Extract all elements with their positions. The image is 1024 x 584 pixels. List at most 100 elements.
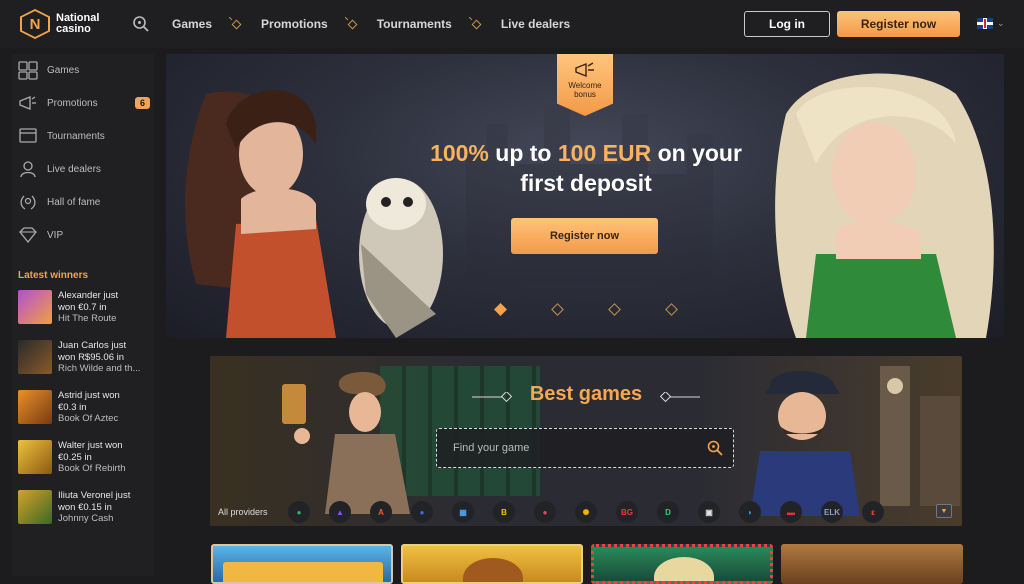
- provider-logo-icon[interactable]: ▦: [452, 501, 474, 523]
- provider-logo-icon[interactable]: ●: [534, 501, 556, 523]
- nav-live-dealers[interactable]: Live dealers: [501, 17, 570, 31]
- laurel-icon: [18, 192, 38, 212]
- provider-logo-icon[interactable]: BG: [616, 501, 638, 523]
- sidebar-item-label: Tournaments: [47, 130, 105, 142]
- game-tile[interactable]: [211, 544, 393, 584]
- game-thumbnail[interactable]: [18, 290, 52, 324]
- welcome-bonus-banner: Welcome bonus 100% up to 100 EUR on your…: [166, 54, 1004, 338]
- all-providers-link[interactable]: All providers: [218, 507, 288, 517]
- megaphone-icon: [575, 62, 594, 78]
- winner-game-link[interactable]: Hit The Route: [58, 313, 154, 325]
- game-thumbnail[interactable]: [18, 490, 52, 524]
- sidebar-item-label: VIP: [47, 229, 64, 241]
- game-thumbnail[interactable]: [18, 340, 52, 374]
- headline-amount: 100 EUR: [557, 140, 652, 166]
- login-button[interactable]: Log in: [744, 11, 830, 37]
- bonus-badge-text: Welcome bonus: [568, 81, 601, 99]
- provider-logo-icon[interactable]: A: [370, 501, 392, 523]
- game-tile[interactable]: [591, 544, 773, 584]
- sidebar-item-promotions[interactable]: Promotions 6: [12, 88, 154, 118]
- search-icon[interactable]: [697, 430, 733, 466]
- sidebar-item-vip[interactable]: VIP: [12, 220, 154, 250]
- carousel-dot[interactable]: [665, 302, 678, 316]
- provider-logo-icon[interactable]: ◗: [739, 501, 761, 523]
- winner-line1: Walter just won: [58, 440, 123, 451]
- provider-logo-icon[interactable]: ELK: [821, 501, 843, 523]
- nav-separator-icon: [347, 19, 358, 29]
- provider-logo-icon[interactable]: ▬: [780, 501, 802, 523]
- nav-promotions[interactable]: Promotions: [261, 17, 328, 31]
- winner-line1: Alexander just: [58, 290, 119, 301]
- game-tile[interactable]: [781, 544, 963, 584]
- uk-flag-icon: [977, 18, 993, 29]
- sidebar-item-tournaments[interactable]: Tournaments: [12, 121, 154, 151]
- sidebar-item-label: Promotions: [47, 97, 98, 109]
- nav-games[interactable]: Games: [172, 17, 212, 31]
- bonus-badge-line1: Welcome: [568, 81, 602, 90]
- winner-game-link[interactable]: Rich Wilde and th...: [58, 363, 154, 375]
- welcome-bonus-badge: Welcome bonus: [557, 54, 613, 116]
- hero-register-button[interactable]: Register now: [511, 218, 658, 254]
- provider-logo-icon[interactable]: ▣: [698, 501, 720, 523]
- winner-item[interactable]: Alexander just won €0.7 in Hit The Route: [18, 290, 154, 330]
- winner-text: Juan Carlos just won R$95.06 in Rich Wil…: [58, 340, 154, 375]
- game-art: [463, 558, 523, 582]
- carousel-dot[interactable]: [608, 302, 621, 316]
- carousel-pagination: [494, 302, 678, 316]
- chevron-down-icon[interactable]: ▼: [936, 504, 952, 518]
- logo-text: National casino: [56, 13, 99, 35]
- winner-item[interactable]: Iliuta Veronel just won €0.15 in Johnny …: [18, 490, 154, 530]
- logo-letter: N: [22, 11, 48, 37]
- winner-line1: Juan Carlos just: [58, 340, 127, 351]
- chevron-down-icon: ⌄: [997, 18, 1005, 28]
- bonus-badge-line2: bonus: [574, 90, 596, 99]
- winner-game-link[interactable]: Johnny Cash: [58, 513, 154, 525]
- provider-logo-icon[interactable]: D: [657, 501, 679, 523]
- headline-percent: 100%: [430, 140, 489, 166]
- headline-end: on your: [651, 140, 742, 166]
- logo[interactable]: N National casino: [20, 9, 99, 39]
- language-selector[interactable]: ⌄: [977, 18, 1005, 29]
- ornament-right-icon: [659, 392, 700, 402]
- game-search-input[interactable]: [437, 429, 697, 467]
- game-logo: [223, 562, 383, 582]
- winner-game-link[interactable]: Book Of Aztec: [58, 413, 154, 425]
- nav-separator-icon: [471, 19, 482, 29]
- blonde-woman-illustration: [775, 73, 994, 338]
- provider-logo-icon[interactable]: ●: [288, 501, 310, 523]
- provider-logo-icon[interactable]: B: [493, 501, 515, 523]
- game-thumbnail[interactable]: [18, 390, 52, 424]
- winner-item[interactable]: Walter just won €0.25 in Book Of Rebirth: [18, 440, 154, 480]
- winner-game-link[interactable]: Book Of Rebirth: [58, 463, 154, 475]
- register-button[interactable]: Register now: [837, 11, 960, 37]
- provider-logo-icon[interactable]: ✺: [575, 501, 597, 523]
- promotions-count-badge: 6: [134, 97, 150, 109]
- winner-line2: won €0.15 in: [58, 501, 112, 513]
- logo-badge: N: [20, 9, 50, 39]
- winner-item[interactable]: Astrid just won €0.3 in Book Of Aztec: [18, 390, 154, 430]
- headline-mid: up to: [488, 140, 558, 166]
- pagination-line: [496, 309, 676, 310]
- tournaments-icon: [18, 126, 38, 146]
- provider-logo-icon[interactable]: ●: [411, 501, 433, 523]
- game-thumbnail[interactable]: [18, 440, 52, 474]
- best-games-title: Best games: [529, 383, 643, 405]
- provider-logo-icon[interactable]: ▲: [329, 501, 351, 523]
- search-icon[interactable]: [132, 15, 150, 33]
- winner-line1: Astrid just won: [58, 390, 120, 401]
- nav-separator-icon: [231, 19, 242, 29]
- carousel-dot[interactable]: [494, 302, 507, 316]
- sidebar-item-live-dealers[interactable]: Live dealers: [12, 154, 154, 184]
- winner-line2: won R$95.06 in: [58, 351, 125, 363]
- top-bar: N National casino Games Promotions Tourn…: [0, 0, 1024, 48]
- nav-tournaments[interactable]: Tournaments: [377, 17, 452, 31]
- winner-item[interactable]: Juan Carlos just won R$95.06 in Rich Wil…: [18, 340, 154, 380]
- diamond-icon: [18, 225, 38, 245]
- winner-text: Astrid just won €0.3 in Book Of Aztec: [58, 390, 154, 425]
- sidebar-item-games[interactable]: Games: [12, 55, 154, 85]
- game-tile[interactable]: [401, 544, 583, 584]
- sidebar-item-hall-of-fame[interactable]: Hall of fame: [12, 187, 154, 217]
- carousel-dot[interactable]: [551, 302, 564, 316]
- provider-logo-icon[interactable]: ε: [862, 501, 884, 523]
- dealer-icon: [18, 159, 38, 179]
